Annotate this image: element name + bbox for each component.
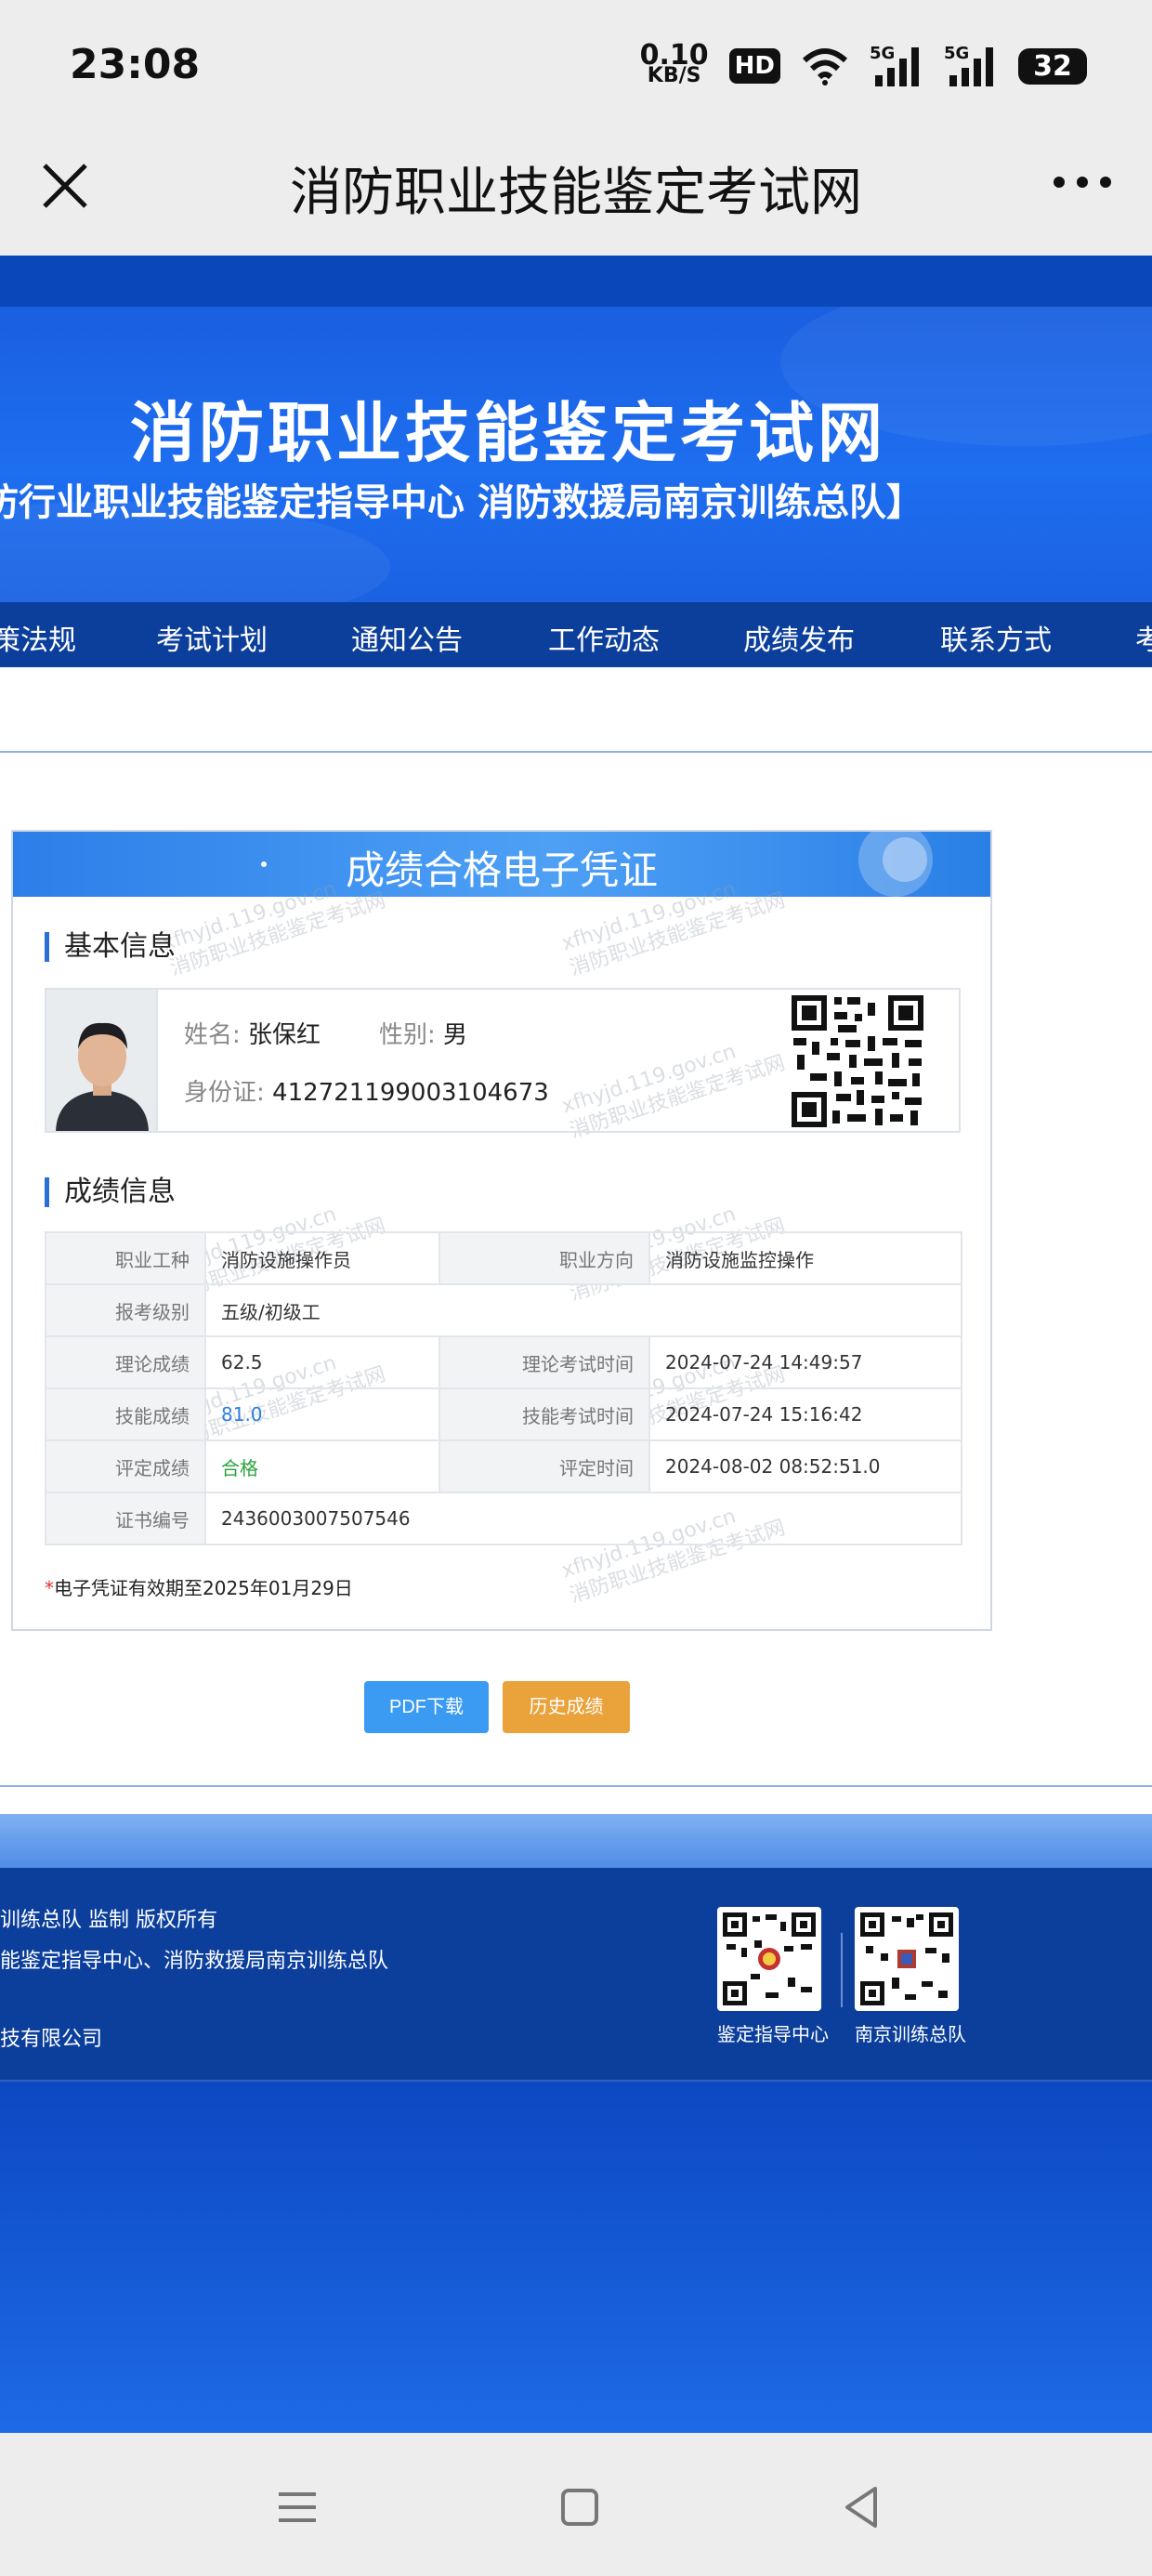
signal-5g-2: 5G: [944, 44, 998, 88]
hd-icon: HD: [728, 48, 780, 84]
job-type-value: 消防设施操作员: [204, 1231, 440, 1285]
divider: [0, 1785, 1152, 1787]
cert-number-value: 2436003007507546: [204, 1492, 962, 1545]
watermark-site: 消防职业技能鉴定考试网: [167, 888, 389, 981]
signal-icon: [949, 47, 993, 86]
qr-label-guidance-center: 鉴定指导中心: [717, 2023, 829, 2045]
nav-item-policy[interactable]: 策法规: [0, 617, 76, 658]
network-speed-value: 0.10: [639, 39, 709, 72]
signal-5g-1: 5G: [870, 44, 923, 88]
network-speed: 0.10 KB/S: [639, 39, 709, 87]
theory-time-value: 2024-07-24 14:49:57: [648, 1335, 962, 1389]
eval-time-value: 2024-08-02 08:52:51.0: [648, 1439, 962, 1493]
footer-tech-support: 技有限公司: [0, 2028, 103, 2051]
watermark-site: 消防职业技能鉴定考试网: [567, 888, 789, 981]
required-star: *: [45, 1577, 54, 1599]
qr-code-icon: [860, 1912, 953, 2005]
battery-indicator: 32: [1018, 47, 1087, 85]
banner-top-strip: [0, 256, 1152, 307]
id-label: 身份证:: [184, 1079, 265, 1107]
eval-time-label: 评定时间: [439, 1439, 650, 1493]
person-photo-icon: [46, 990, 156, 1131]
footer-top-band: [0, 1814, 1152, 1868]
id-row: 身份证: 412721199003104673: [184, 1073, 549, 1108]
job-type-label: 职业工种: [45, 1231, 206, 1285]
avatar: [46, 990, 158, 1131]
status-time: 23:08: [70, 41, 201, 88]
score-table: 职业工种 消防设施操作员 职业方向 消防设施监控操作 报考级别 五级/初级工 理…: [45, 1231, 962, 1545]
skill-time-value: 2024-07-24 15:16:42: [648, 1387, 962, 1441]
more-icon[interactable]: [1050, 164, 1115, 201]
name-label: 姓名:: [184, 1021, 241, 1049]
network-speed-unit: KB/S: [647, 64, 701, 87]
theory-score-label: 理论成绩: [45, 1335, 206, 1389]
wifi-icon: [802, 48, 848, 85]
basic-info-box: 姓名: 张保红 性别: 男 身份证: 412721199003104673: [45, 988, 961, 1133]
skill-score-label: 技能成绩: [45, 1387, 206, 1441]
banner-subtitle: 防行业职业技能鉴定指导中心 消防救援局南京训练总队】: [0, 481, 923, 524]
nav-item-notices[interactable]: 通知公告: [351, 617, 463, 658]
level-value: 五级/初级工: [204, 1283, 962, 1337]
nav-item-contact[interactable]: 联系方式: [940, 617, 1052, 658]
qr-code-icon: [790, 993, 925, 1129]
certificate-title: 成绩合格电子凭证: [345, 848, 658, 893]
divider: [0, 751, 1152, 753]
name-value: 张保红: [248, 1021, 321, 1049]
skill-score-value: 81.0: [204, 1387, 440, 1441]
site-banner: 消防职业技能鉴定考试网 防行业职业技能鉴定指导中心 消防救援局南京训练总队】: [0, 307, 1152, 602]
signal-icon: [875, 47, 919, 86]
footer-organizer: 能鉴定指导中心、消防救援局南京训练总队: [0, 1950, 389, 1973]
nav-item-exam-plan[interactable]: 考试计划: [156, 617, 268, 658]
gender-value: 男: [443, 1021, 468, 1049]
status-icons: 0.10 KB/S HD 5G 5G 32: [639, 39, 1087, 89]
theory-time-label: 理论考试时间: [439, 1335, 650, 1389]
back-icon[interactable]: [834, 2479, 890, 2535]
id-value: 412721199003104673: [272, 1079, 549, 1107]
validity-text: 电子凭证有效期至2025年01月29日: [54, 1577, 353, 1599]
table-row: 职业工种 消防设施操作员 职业方向 消防设施监控操作: [45, 1231, 962, 1285]
basic-info-title: 基本信息: [45, 932, 176, 962]
home-icon[interactable]: [552, 2479, 608, 2535]
gender-row: 性别: 男: [379, 1016, 467, 1050]
gender-label: 性别:: [379, 1021, 436, 1049]
direction-label: 职业方向: [439, 1231, 650, 1285]
eval-score-label: 评定成绩: [45, 1439, 206, 1493]
table-row: 理论成绩 62.5 理论考试时间 2024-07-24 14:49:57: [45, 1335, 962, 1389]
certificate-header: 成绩合格电子凭证: [13, 832, 990, 897]
table-row: 报考级别 五级/初级工: [45, 1283, 962, 1337]
table-row: 评定成绩 合格 评定时间 2024-08-02 08:52:51.0: [45, 1439, 962, 1493]
eval-score-value: 合格: [204, 1439, 440, 1493]
certificate-card: 成绩合格电子凭证 xfhyjd.119.gov.cn 消防职业技能鉴定考试网 xf…: [11, 830, 992, 1631]
score-info-title: 成绩信息: [45, 1177, 176, 1207]
system-navigation-bar: [0, 2433, 1152, 2576]
nav-item-work-news[interactable]: 工作动态: [548, 617, 660, 658]
qr-code-icon: [855, 1907, 959, 2011]
browser-title-bar: 消防职业技能鉴定考试网: [0, 130, 1152, 256]
qr-code-icon: [723, 1912, 816, 2005]
menu-icon[interactable]: [269, 2479, 325, 2535]
qr-code-icon: [717, 1907, 821, 2011]
validity-note: *电子凭证有效期至2025年01月29日: [45, 1573, 353, 1600]
site-footer: 训练总队 监制 版权所有 能鉴定指导中心、消防救援局南京训练总队 技有限公司 鉴…: [0, 1868, 1152, 2082]
nav-item-exam[interactable]: 考: [1135, 617, 1152, 658]
theory-score-value: 62.5: [204, 1335, 440, 1389]
pdf-download-button[interactable]: PDF下载: [364, 1681, 489, 1733]
main-nav: 策法规 考试计划 通知公告 工作动态 成绩发布 联系方式 考: [0, 602, 1152, 667]
status-bar: 23:08 0.10 KB/S HD 5G 5G 32: [0, 0, 1152, 130]
level-label: 报考级别: [45, 1283, 206, 1337]
history-score-button[interactable]: 历史成绩: [503, 1681, 630, 1733]
table-row: 技能成绩 81.0 技能考试时间 2024-07-24 15:16:42: [45, 1387, 962, 1441]
table-row: 证书编号 2436003007507546: [45, 1492, 962, 1545]
footer-blue-area: [0, 2082, 1152, 2433]
qr-label-nanjing-corps: 南京训练总队: [855, 2023, 966, 2045]
banner-title: 消防职业技能鉴定考试网: [130, 395, 886, 471]
footer-separator: [841, 1933, 843, 2007]
direction-value: 消防设施监控操作: [648, 1231, 962, 1285]
name-row: 姓名: 张保红: [184, 1016, 321, 1050]
skill-time-label: 技能考试时间: [439, 1387, 650, 1441]
page-title: 消防职业技能鉴定考试网: [290, 163, 862, 223]
cert-number-label: 证书编号: [45, 1492, 206, 1545]
footer-copyright: 训练总队 监制 版权所有: [0, 1909, 217, 1932]
nav-item-results[interactable]: 成绩发布: [743, 617, 855, 658]
